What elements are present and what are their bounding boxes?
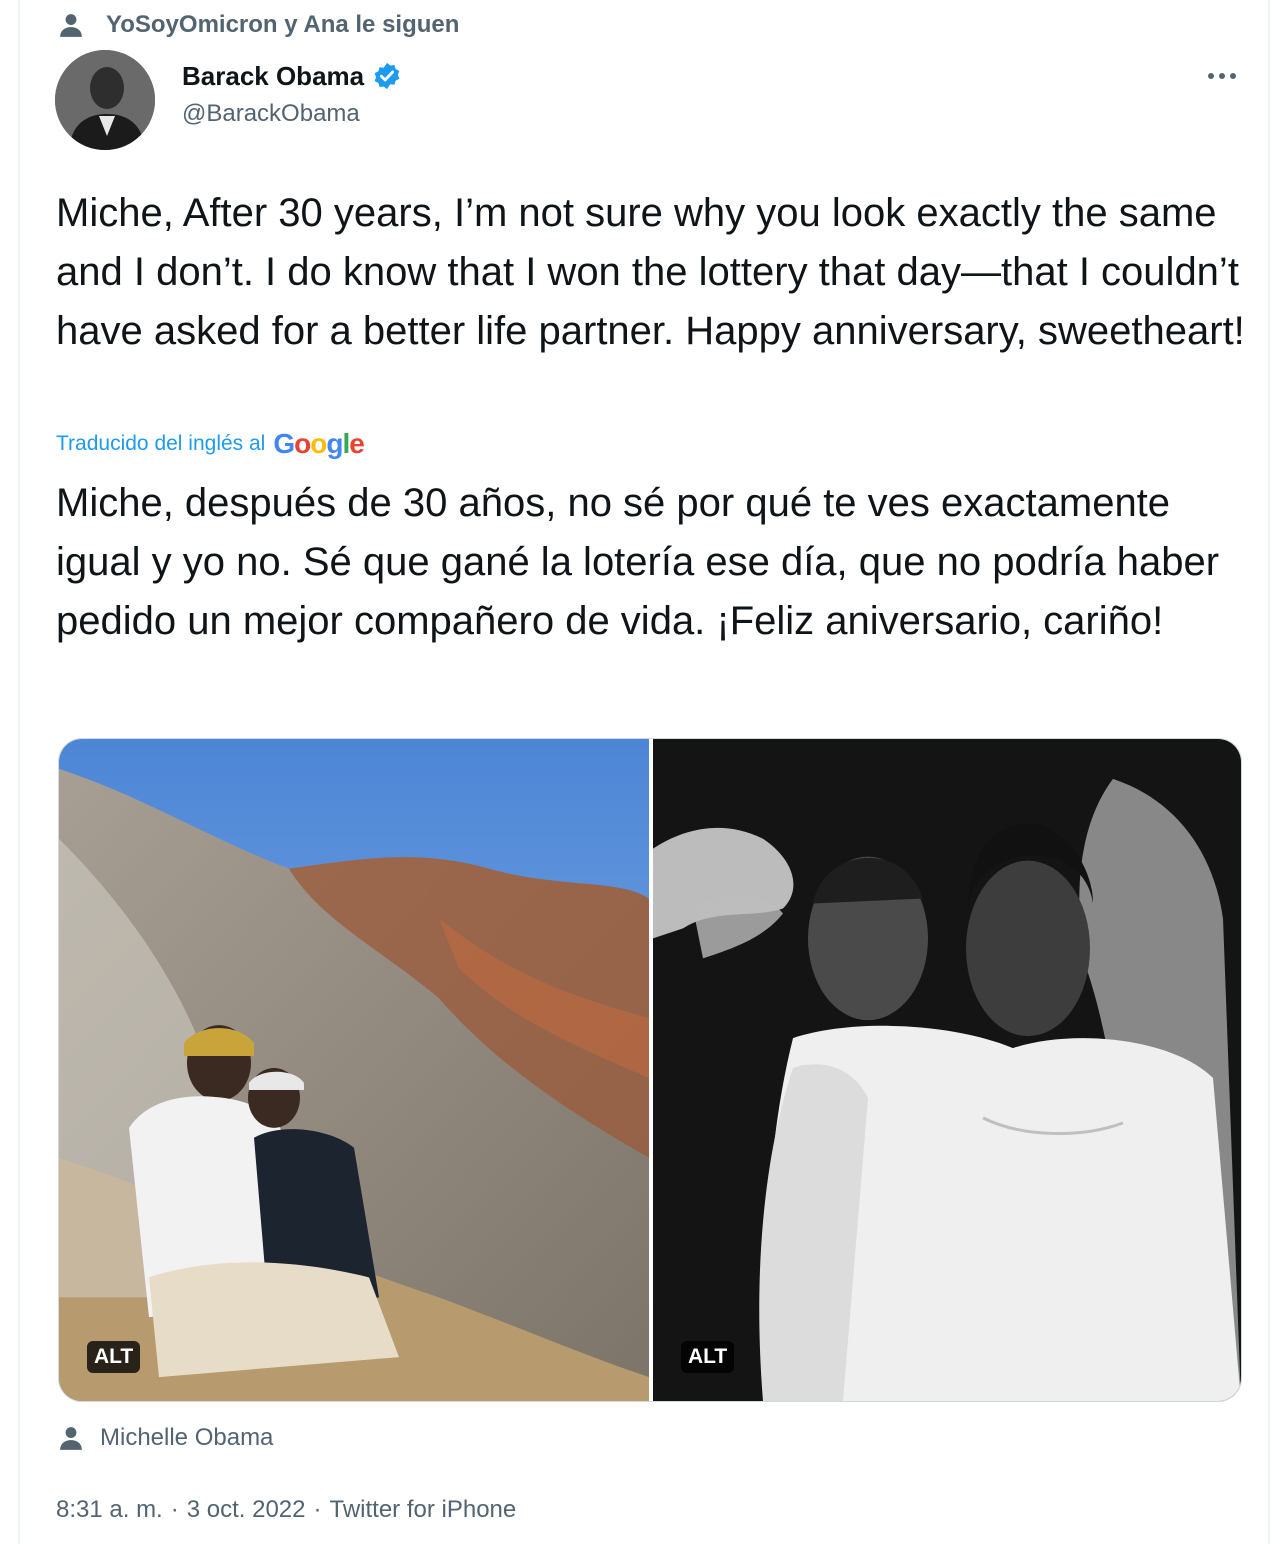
social-context: YoSoyOmicron y Ana le siguen — [58, 8, 459, 42]
google-logo: Google — [273, 428, 364, 459]
more-dots-icon — [1208, 73, 1214, 79]
separator: · — [313, 1496, 322, 1523]
alt-badge[interactable]: ALT — [87, 1341, 141, 1373]
author-name[interactable]: Barack Obama — [182, 61, 364, 92]
tweet-source[interactable]: Twitter for iPhone — [330, 1496, 517, 1524]
right-border — [1268, 0, 1270, 1544]
tweet-text-original: Miche, After 30 years, I’m not sure why … — [56, 191, 1245, 353]
author-block: Barack Obama @BarackObama — [182, 56, 402, 128]
translation-attribution: Traducido del inglés al Google — [56, 424, 365, 464]
social-context-text[interactable]: YoSoyOmicron y Ana le siguen — [106, 11, 459, 39]
more-options-button[interactable] — [1196, 58, 1248, 94]
tweet-text-translated: Miche, después de 30 años, no sé por qué… — [56, 481, 1220, 643]
tagged-users[interactable]: Michelle Obama — [58, 1418, 273, 1458]
author-handle[interactable]: @BarackObama — [182, 100, 402, 128]
verified-badge-icon — [372, 61, 402, 91]
tweet-date[interactable]: 3 oct. 2022 — [187, 1496, 306, 1524]
more-dot — [1219, 73, 1225, 79]
left-border — [18, 0, 20, 1544]
more-dot — [1230, 73, 1236, 79]
translation-note[interactable]: Traducido del inglés al — [56, 432, 265, 456]
alt-badge[interactable]: ALT — [681, 1341, 735, 1373]
photo-wedding[interactable]: ALT — [653, 739, 1241, 1401]
person-icon — [58, 1425, 84, 1451]
tweet-time[interactable]: 8:31 a. m. — [56, 1496, 163, 1524]
tweet-metadata: 8:31 a. m. · 3 oct. 2022 · Twitter for i… — [56, 1490, 516, 1530]
separator: · — [170, 1496, 179, 1523]
person-icon — [58, 12, 84, 38]
tagged-user-name[interactable]: Michelle Obama — [100, 1424, 273, 1452]
photo-beach[interactable]: ALT — [59, 739, 649, 1401]
media-grid: ALT ALT — [58, 738, 1242, 1402]
avatar[interactable] — [55, 50, 155, 150]
